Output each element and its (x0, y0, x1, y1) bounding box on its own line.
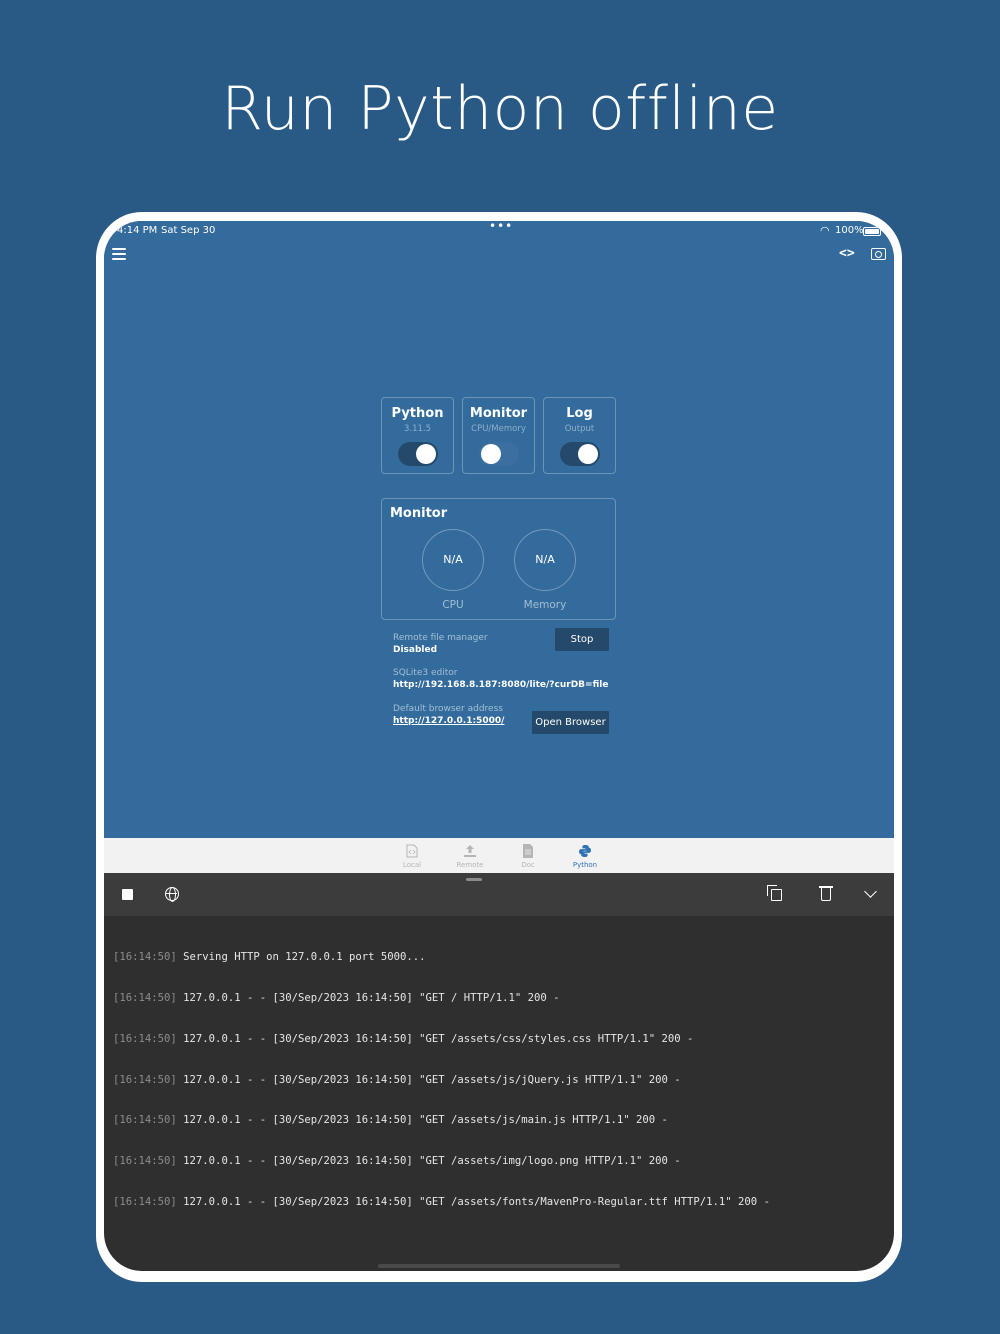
monitor-toggle[interactable] (479, 442, 519, 466)
log-line: [16:14:50] 127.0.0.1 - - [30/Sep/2023 16… (113, 1032, 694, 1045)
code-toggle-icon[interactable]: <> (839, 246, 855, 261)
tab-label: Doc (521, 861, 535, 869)
monitor-title: Monitor (390, 506, 448, 521)
monitor-card: Monitor N/A CPU N/A Memory (381, 498, 616, 620)
ipad-frame: 4:14 PM Sat Sep 30 ••• ◠ 100% <> Python … (96, 212, 902, 1282)
memory-label: Memory (523, 599, 567, 611)
cpu-gauge: N/A (422, 529, 484, 591)
tab-bar: Local Remote Doc Python (104, 838, 894, 873)
log-line: [16:14:50] 127.0.0.1 - - [30/Sep/2023 16… (113, 1195, 770, 1208)
resize-handle[interactable] (466, 878, 482, 881)
document-icon (523, 844, 533, 858)
upload-icon (464, 845, 476, 857)
tile-title: Log (566, 406, 593, 421)
browser-address-link[interactable]: http://127.0.0.1:5000/ (393, 716, 504, 726)
python-toggle[interactable] (398, 442, 438, 466)
log-line: [16:14:50] Serving HTTP on 127.0.0.1 por… (113, 951, 426, 964)
wifi-icon: ◠ (820, 224, 830, 237)
code-file-icon (406, 844, 418, 858)
stop-icon[interactable] (122, 889, 133, 900)
stop-remote-button[interactable]: Stop (555, 628, 609, 651)
tile-subtitle: 3.11.5 (403, 424, 432, 434)
log-line: [16:14:50] 127.0.0.1 - - [30/Sep/2023 16… (113, 1073, 681, 1086)
hamburger-menu-icon[interactable] (112, 248, 126, 260)
remote-file-manager-label: Remote file manager (393, 633, 488, 643)
sqlite-editor-label: SQLite3 editor (393, 668, 458, 678)
remote-file-manager-status: Disabled (393, 645, 438, 655)
globe-icon[interactable] (165, 887, 179, 902)
python-panel: 4:14 PM Sat Sep 30 ••• ◠ 100% <> Python … (104, 221, 894, 838)
status-date: Sat Sep 30 (161, 225, 216, 236)
open-browser-button[interactable]: Open Browser (532, 711, 609, 734)
tab-label: Local (402, 861, 422, 869)
chevron-down-icon[interactable] (864, 885, 877, 898)
tile-subtitle: CPU/Memory (471, 424, 526, 434)
tab-python[interactable]: Python (565, 844, 605, 869)
log-toggle[interactable] (560, 442, 600, 466)
log-line: [16:14:50] 127.0.0.1 - - [30/Sep/2023 16… (113, 991, 560, 1004)
log-line: [16:14:50] 127.0.0.1 - - [30/Sep/2023 16… (113, 1114, 668, 1127)
status-time: 4:14 PM (117, 225, 158, 236)
tab-remote[interactable]: Remote (450, 844, 490, 869)
python-icon (579, 845, 591, 857)
tile-subtitle: Output (564, 424, 595, 434)
copy-icon[interactable] (767, 885, 782, 901)
display-icon[interactable] (871, 248, 886, 260)
tile-monitor: Monitor CPU/Memory (462, 397, 535, 474)
tab-label: Python (572, 861, 598, 869)
console-toolbar (104, 873, 894, 916)
status-bar: 4:14 PM Sat Sep 30 ••• ◠ 100% (104, 221, 894, 241)
browser-address-label: Default browser address (393, 704, 503, 714)
home-indicator[interactable] (378, 1264, 620, 1268)
cpu-label: CPU (442, 599, 464, 611)
memory-gauge: N/A (514, 529, 576, 591)
tile-python: Python 3.11.5 (381, 397, 454, 474)
tile-title: Monitor (469, 406, 528, 421)
sqlite-editor-url[interactable]: http://192.168.8.187:8080/lite/?curDB=fi… (393, 680, 608, 690)
page-headline: Run Python offline (221, 74, 779, 144)
multitasking-dots[interactable]: ••• (489, 221, 513, 233)
log-line: [16:14:50] 127.0.0.1 - - [30/Sep/2023 16… (113, 1155, 681, 1168)
trash-icon[interactable] (819, 886, 833, 901)
tile-log: Log Output (543, 397, 616, 474)
battery-percent: 100% (835, 225, 864, 236)
tab-local[interactable]: Local (392, 844, 432, 869)
log-output: [16:14:50] Serving HTTP on 127.0.0.1 por… (113, 924, 888, 1237)
device-screen: 4:14 PM Sat Sep 30 ••• ◠ 100% <> Python … (104, 221, 894, 1271)
battery-icon (863, 227, 881, 236)
tile-title: Python (391, 406, 444, 421)
tab-label: Remote (456, 861, 484, 869)
tab-doc[interactable]: Doc (508, 844, 548, 869)
